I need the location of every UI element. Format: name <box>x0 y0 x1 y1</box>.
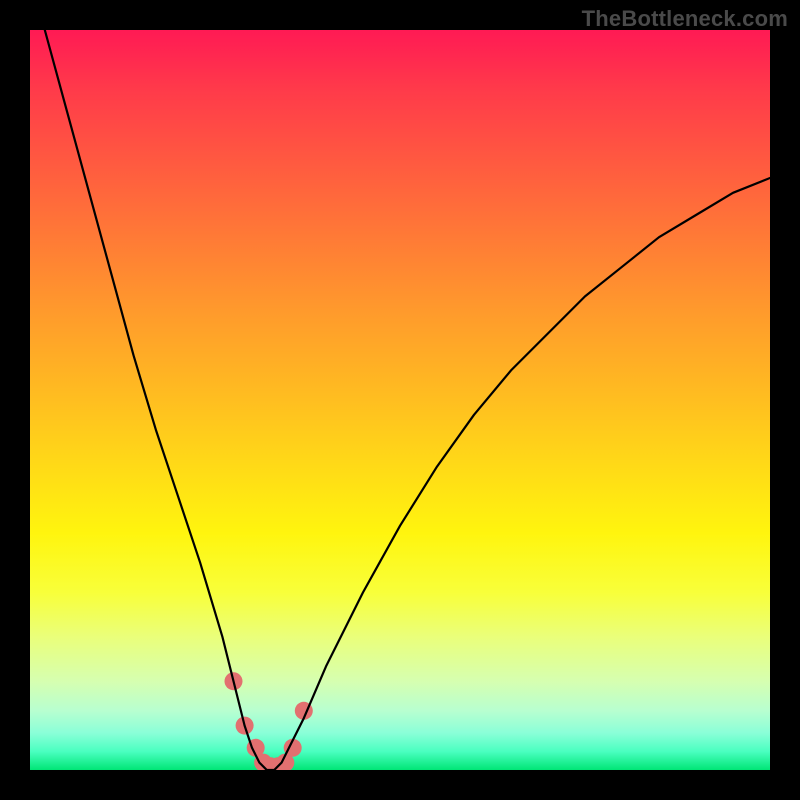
plot-area <box>30 30 770 770</box>
curve-layer <box>30 30 770 770</box>
watermark-text: TheBottleneck.com <box>582 6 788 32</box>
chart-frame: TheBottleneck.com <box>0 0 800 800</box>
highlight-markers <box>225 672 313 770</box>
bottleneck-curve <box>45 30 770 770</box>
